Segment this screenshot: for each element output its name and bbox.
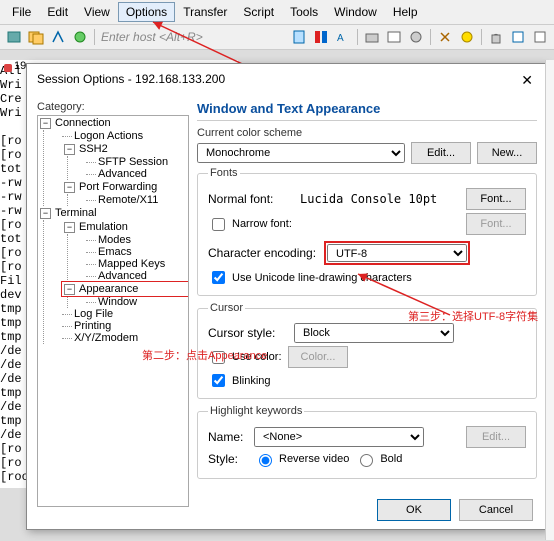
scheme-new-button[interactable]: New... xyxy=(477,142,537,164)
narrow-font-button: Font... xyxy=(466,213,526,235)
toolbar-icon[interactable] xyxy=(488,29,504,45)
tree-emulation[interactable]: Emulation xyxy=(79,221,128,233)
encoding-select[interactable]: UTF-8 xyxy=(327,244,467,262)
blinking-checkbox[interactable] xyxy=(212,374,225,387)
tree-terminal[interactable]: Terminal xyxy=(55,207,97,219)
menu-script[interactable]: Script xyxy=(235,2,282,22)
menu-options[interactable]: Options xyxy=(118,2,175,22)
toolbar-icon[interactable] xyxy=(532,29,548,45)
collapse-icon[interactable]: − xyxy=(40,208,51,219)
menu-file[interactable]: File xyxy=(4,2,39,22)
section-title: Window and Text Appearance xyxy=(197,101,537,121)
tree-xyzmodem[interactable]: X/Y/Zmodem xyxy=(74,332,138,344)
host-input[interactable]: Enter host <Alt+R> xyxy=(101,30,203,44)
normal-font-value: Lucida Console 10pt xyxy=(294,190,460,208)
collapse-icon[interactable]: − xyxy=(64,182,75,193)
toolbar-icon[interactable] xyxy=(437,29,453,45)
tree-advanced[interactable]: Advanced xyxy=(98,168,147,180)
menu-window[interactable]: Window xyxy=(326,2,385,22)
fonts-legend: Fonts xyxy=(208,167,240,179)
unicode-check[interactable]: Use Unicode line-drawing characters xyxy=(208,268,526,287)
cursor-color-button: Color... xyxy=(288,346,349,368)
bold-radio[interactable]: Bold xyxy=(355,451,402,467)
toolbar-icon[interactable] xyxy=(510,29,526,45)
hl-edit-button: Edit... xyxy=(466,426,526,448)
narrow-font-checkbox[interactable] xyxy=(212,218,225,231)
cursor-style-select[interactable]: Block xyxy=(294,323,454,343)
toolbar-icon[interactable] xyxy=(50,29,66,45)
collapse-icon[interactable]: − xyxy=(64,222,75,233)
tree-mapped-keys[interactable]: Mapped Keys xyxy=(98,258,165,270)
highlight-group: Highlight keywords Name: <None> Edit... … xyxy=(197,405,537,479)
tree-log-file[interactable]: Log File xyxy=(74,308,113,320)
color-scheme-label: Current color scheme xyxy=(197,127,537,139)
collapse-icon[interactable]: − xyxy=(64,284,75,295)
cursor-group: Cursor Cursor style: Block Use color: Co… xyxy=(197,302,537,399)
dialog-title: Session Options - 192.168.133.200 xyxy=(37,72,225,89)
fonts-group: Fonts Normal font: Lucida Console 10pt F… xyxy=(197,167,537,296)
menu-tools[interactable]: Tools xyxy=(282,2,326,22)
use-color-check[interactable]: Use color: xyxy=(208,348,282,367)
ok-button[interactable]: OK xyxy=(377,499,451,521)
normal-font-label: Normal font: xyxy=(208,192,288,206)
toolbar-icon[interactable] xyxy=(408,29,424,45)
tree-logon[interactable]: Logon Actions xyxy=(74,130,143,142)
tree-modes[interactable]: Modes xyxy=(98,234,131,246)
tree-remote-x11[interactable]: Remote/X11 xyxy=(98,194,158,206)
hl-name-label: Name: xyxy=(208,430,248,444)
tree-emacs[interactable]: Emacs xyxy=(98,246,132,258)
cursor-style-label: Cursor style: xyxy=(208,326,288,340)
tree-appearance[interactable]: Appearance xyxy=(79,283,138,295)
menu-edit[interactable]: Edit xyxy=(39,2,76,22)
unicode-checkbox[interactable] xyxy=(212,271,225,284)
category-label: Category: xyxy=(37,101,189,113)
hl-style-label: Style: xyxy=(208,452,248,466)
tree-printing[interactable]: Printing xyxy=(74,320,111,332)
tree-advanced2[interactable]: Advanced xyxy=(98,270,147,282)
reverse-video-radio[interactable]: Reverse video xyxy=(254,451,349,467)
menu-transfer[interactable]: Transfer xyxy=(175,2,235,22)
use-color-checkbox[interactable] xyxy=(212,351,225,364)
toolbar-icon[interactable] xyxy=(291,29,307,45)
hl-name-select[interactable]: <None> xyxy=(254,427,424,447)
color-scheme-select[interactable]: Monochrome xyxy=(197,143,405,163)
menubar: File Edit View Options Transfer Script T… xyxy=(0,0,554,25)
close-icon[interactable]: ✕ xyxy=(517,72,537,89)
category-tree[interactable]: −Connection Logon Actions −SSH2 SFTP Ses… xyxy=(37,115,189,507)
session-tab-label[interactable]: 19 xyxy=(14,60,26,72)
tree-ssh2[interactable]: SSH2 xyxy=(79,143,108,155)
cancel-button[interactable]: Cancel xyxy=(459,499,533,521)
collapse-icon[interactable]: − xyxy=(64,144,75,155)
toolbar-icon[interactable] xyxy=(313,29,329,45)
normal-font-button[interactable]: Font... xyxy=(466,188,526,210)
tree-sftp[interactable]: SFTP Session xyxy=(98,156,168,168)
toolbar: Enter host <Alt+R> A xyxy=(0,25,554,50)
tree-window[interactable]: Window xyxy=(98,296,137,308)
scrollbar[interactable] xyxy=(545,60,554,540)
blinking-check[interactable]: Blinking xyxy=(208,371,526,390)
tree-connection[interactable]: Connection xyxy=(55,117,111,129)
toolbar-icon[interactable] xyxy=(386,29,402,45)
scheme-edit-button[interactable]: Edit... xyxy=(411,142,471,164)
toolbar-icon[interactable] xyxy=(72,29,88,45)
session-options-dialog: Session Options - 192.168.133.200 ✕ Cate… xyxy=(26,63,548,530)
tree-port-forwarding[interactable]: Port Forwarding xyxy=(79,181,157,193)
menu-help[interactable]: Help xyxy=(385,2,426,22)
toolbar-icon[interactable] xyxy=(6,29,22,45)
highlight-legend: Highlight keywords xyxy=(208,405,304,417)
svg-text:A: A xyxy=(337,33,344,44)
cursor-legend: Cursor xyxy=(208,302,245,314)
collapse-icon[interactable]: − xyxy=(40,118,51,129)
session-tab-indicator xyxy=(4,64,12,72)
encoding-label: Character encoding: xyxy=(208,246,318,260)
toolbar-icon[interactable]: A xyxy=(335,29,351,45)
toolbar-icon[interactable] xyxy=(28,29,44,45)
toolbar-icon[interactable] xyxy=(364,29,380,45)
narrow-font-check[interactable]: Narrow font: xyxy=(208,215,292,234)
menu-view[interactable]: View xyxy=(76,2,118,22)
toolbar-icon[interactable] xyxy=(459,29,475,45)
